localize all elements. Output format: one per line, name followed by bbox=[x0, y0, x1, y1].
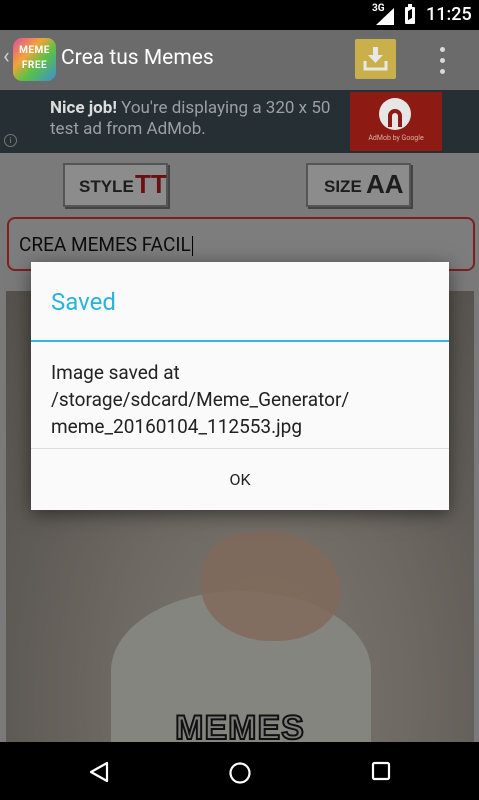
home-circle-icon[interactable] bbox=[228, 761, 252, 785]
app-title: Crea tus Memes bbox=[61, 46, 214, 70]
ad-info-icon[interactable]: i bbox=[4, 134, 17, 147]
ad-text-bold: Nice job! bbox=[50, 98, 117, 118]
status-bar: 3G 11:25 bbox=[0, 0, 479, 30]
app-logo[interactable]: MEME FREE bbox=[13, 38, 56, 81]
admob-badge[interactable]: AdMob by Google bbox=[350, 92, 442, 151]
admob-logo-icon bbox=[379, 98, 411, 130]
back-icon[interactable]: ‹ bbox=[3, 44, 10, 69]
clock: 11:25 bbox=[426, 4, 472, 25]
logo-line-1: MEME bbox=[19, 45, 50, 56]
style-button[interactable]: STYLE TT bbox=[63, 163, 168, 207]
ok-button[interactable]: OK bbox=[31, 449, 449, 510]
style-tt-icon: TT bbox=[135, 169, 167, 199]
dialog-title: Saved bbox=[51, 288, 116, 316]
navigation-bar bbox=[0, 742, 479, 800]
app-bar: ‹ MEME FREE Crea tus Memes bbox=[0, 30, 479, 90]
recents-square-icon[interactable] bbox=[371, 761, 391, 781]
saved-dialog: Saved Image saved at /storage/sdcard/Mem… bbox=[31, 262, 449, 510]
style-label: STYLE bbox=[79, 177, 134, 196]
overflow-menu-icon[interactable] bbox=[440, 47, 446, 75]
dialog-message: Image saved at /storage/sdcard/Meme_Gene… bbox=[51, 361, 350, 438]
download-icon bbox=[363, 47, 388, 71]
image-hand bbox=[201, 531, 341, 641]
signal-icon bbox=[376, 8, 394, 25]
meme-text-value: CREA MEMES FACIL bbox=[19, 233, 191, 256]
battery-icon bbox=[405, 4, 415, 24]
meme-caption: MEMES bbox=[174, 708, 305, 742]
ad-banner[interactable]: i Nice job! You're displaying a 320 x 50… bbox=[0, 90, 479, 153]
size-button[interactable]: SIZE AA bbox=[306, 163, 411, 207]
download-button[interactable] bbox=[355, 39, 396, 79]
back-triangle-icon[interactable] bbox=[88, 761, 110, 783]
logo-line-2: FREE bbox=[21, 60, 48, 71]
admob-caption: AdMob by Google bbox=[368, 134, 424, 142]
ad-text: Nice job! You're displaying a 320 x 50 t… bbox=[50, 98, 350, 140]
size-aa-icon: AA bbox=[366, 169, 404, 199]
dialog-title-divider bbox=[31, 340, 449, 342]
size-label: SIZE bbox=[324, 177, 362, 196]
